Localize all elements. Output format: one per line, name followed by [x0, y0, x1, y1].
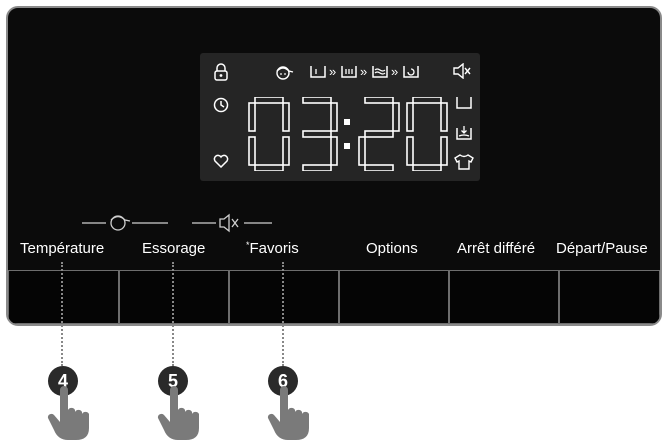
time-digit-3	[358, 97, 400, 171]
label-start-pause: Départ/Pause	[556, 240, 648, 257]
rinse-tub-icon	[372, 65, 388, 79]
segment-d	[412, 164, 442, 171]
segment-b	[330, 102, 338, 132]
leader-line-4	[61, 262, 63, 366]
segment-a	[254, 97, 284, 104]
spin-tub-icon	[403, 65, 419, 79]
lcd-display: » » »	[200, 53, 480, 181]
drain-tub-icon	[456, 96, 472, 110]
segment-f	[248, 102, 256, 132]
segment-b	[440, 102, 448, 132]
mute-icon	[453, 63, 471, 79]
temperature-button[interactable]	[8, 270, 119, 324]
button-row	[8, 270, 660, 324]
segment-c	[440, 136, 448, 166]
label-spin: Essorage	[142, 240, 206, 257]
add-load-icon	[456, 125, 472, 141]
time-digit-2	[302, 97, 338, 171]
delay-end-button[interactable]	[449, 270, 559, 324]
pointing-hand-icon	[157, 386, 199, 440]
label-options: Options	[366, 240, 418, 257]
spin-button[interactable]	[119, 270, 229, 324]
kid-icon	[272, 64, 294, 80]
favorites-button[interactable]	[229, 270, 339, 324]
segment-a	[412, 97, 442, 104]
heart-icon	[213, 154, 229, 168]
segment-b	[392, 102, 400, 132]
segment-d	[364, 164, 394, 171]
segment-g	[302, 130, 332, 138]
segment-g	[364, 130, 394, 138]
time-digit-1	[248, 97, 290, 171]
shirt-icon	[454, 154, 474, 170]
chevron-icon: »	[391, 64, 399, 79]
segment-c	[330, 136, 338, 166]
kid-lock-indicator	[82, 215, 168, 231]
wash-tub-icon	[341, 65, 357, 79]
segment-a	[302, 97, 332, 104]
chevron-icon: »	[360, 64, 368, 79]
label-delay-end: Arrêt différé	[457, 240, 536, 257]
segment-d	[302, 164, 332, 171]
leader-line-5	[172, 262, 174, 366]
clock-icon	[213, 97, 229, 113]
label-temperature: Température	[20, 240, 105, 257]
prewash-tub-icon	[310, 65, 326, 79]
favorites-text: Favoris	[249, 240, 299, 257]
options-button[interactable]	[339, 270, 449, 324]
segment-a	[364, 97, 394, 104]
segment-e	[248, 136, 256, 166]
pointing-hand-icon	[47, 386, 89, 440]
control-panel: » » » Température Essorage *Favoris Opti…	[6, 6, 662, 326]
lock-icon	[214, 63, 228, 81]
mute-indicator	[192, 213, 272, 233]
segment-f	[406, 102, 414, 132]
leader-line-6	[282, 262, 284, 366]
time-colon	[344, 119, 350, 149]
chevron-icon: »	[329, 64, 337, 79]
segment-d	[254, 164, 284, 171]
segment-c	[282, 136, 290, 166]
label-favorites: *Favoris	[246, 240, 299, 257]
pointing-hand-icon	[267, 386, 309, 440]
segment-e	[358, 136, 366, 166]
start-pause-button[interactable]	[559, 270, 660, 324]
segment-b	[282, 102, 290, 132]
segment-e	[406, 136, 414, 166]
time-digit-4	[406, 97, 448, 171]
